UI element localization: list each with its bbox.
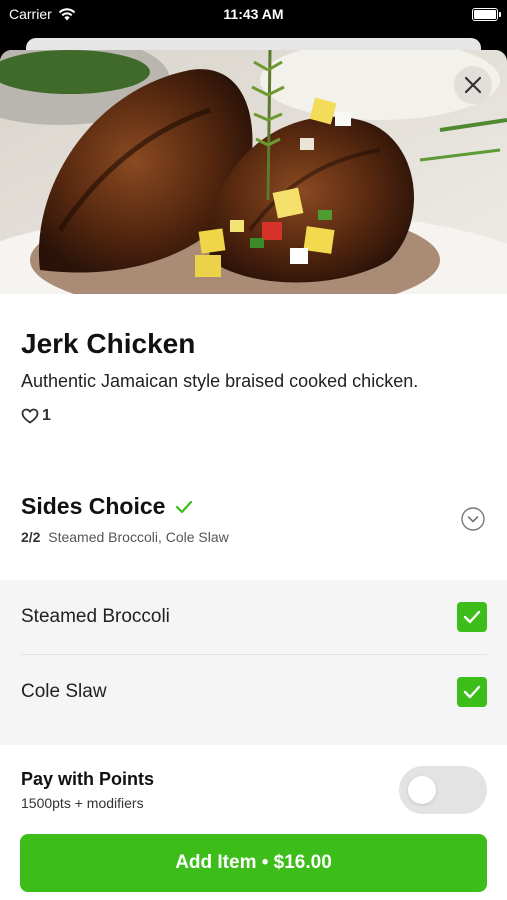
pay-with-points-subtitle: 1500pts + modifiers <box>21 795 144 811</box>
clock: 11:43 AM <box>223 6 284 22</box>
option-label: Steamed Broccoli <box>21 606 170 627</box>
like-count: 1 <box>42 407 51 424</box>
battery-icon <box>472 8 501 21</box>
option-checkbox[interactable] <box>457 602 487 632</box>
check-icon <box>463 685 481 699</box>
pay-with-points-toggle[interactable] <box>399 766 487 814</box>
option-checkbox[interactable] <box>457 677 487 707</box>
heart-icon <box>21 408 39 424</box>
check-icon <box>463 610 481 624</box>
sides-choice-summary: 2/2 Steamed Broccoli, Cole Slaw <box>21 529 229 545</box>
option-cole-slaw[interactable]: Cole Slaw <box>0 655 507 729</box>
sides-selection-count: 2/2 <box>21 529 41 545</box>
sides-selected-list: Steamed Broccoli, Cole Slaw <box>48 529 229 545</box>
pay-with-points-title: Pay with Points <box>21 769 155 789</box>
sides-options-list: Steamed Broccoli Cole Slaw <box>0 580 507 745</box>
item-photo <box>0 50 507 294</box>
option-steamed-broccoli[interactable]: Steamed Broccoli <box>0 580 507 655</box>
chevron-down-icon[interactable] <box>461 507 485 531</box>
add-item-label: Add Item • $16.00 <box>175 852 332 873</box>
like-button[interactable]: 1 <box>21 407 51 425</box>
item-title: Jerk Chicken <box>21 328 196 359</box>
item-description: Authentic Jamaican style braised cooked … <box>21 371 419 391</box>
option-label: Cole Slaw <box>21 681 107 702</box>
status-bar: Carrier 11:43 AM <box>0 0 507 36</box>
sides-choice-title: Sides Choice <box>21 493 166 519</box>
toggle-knob <box>408 776 436 804</box>
close-button[interactable] <box>454 66 492 104</box>
check-icon <box>176 500 193 513</box>
sides-choice-header[interactable]: Sides Choice <box>21 493 193 520</box>
close-icon <box>464 76 482 94</box>
item-detail-sheet: Jerk Chicken Authentic Jamaican style br… <box>0 50 507 900</box>
add-item-button[interactable]: Add Item • $16.00 <box>20 834 487 892</box>
